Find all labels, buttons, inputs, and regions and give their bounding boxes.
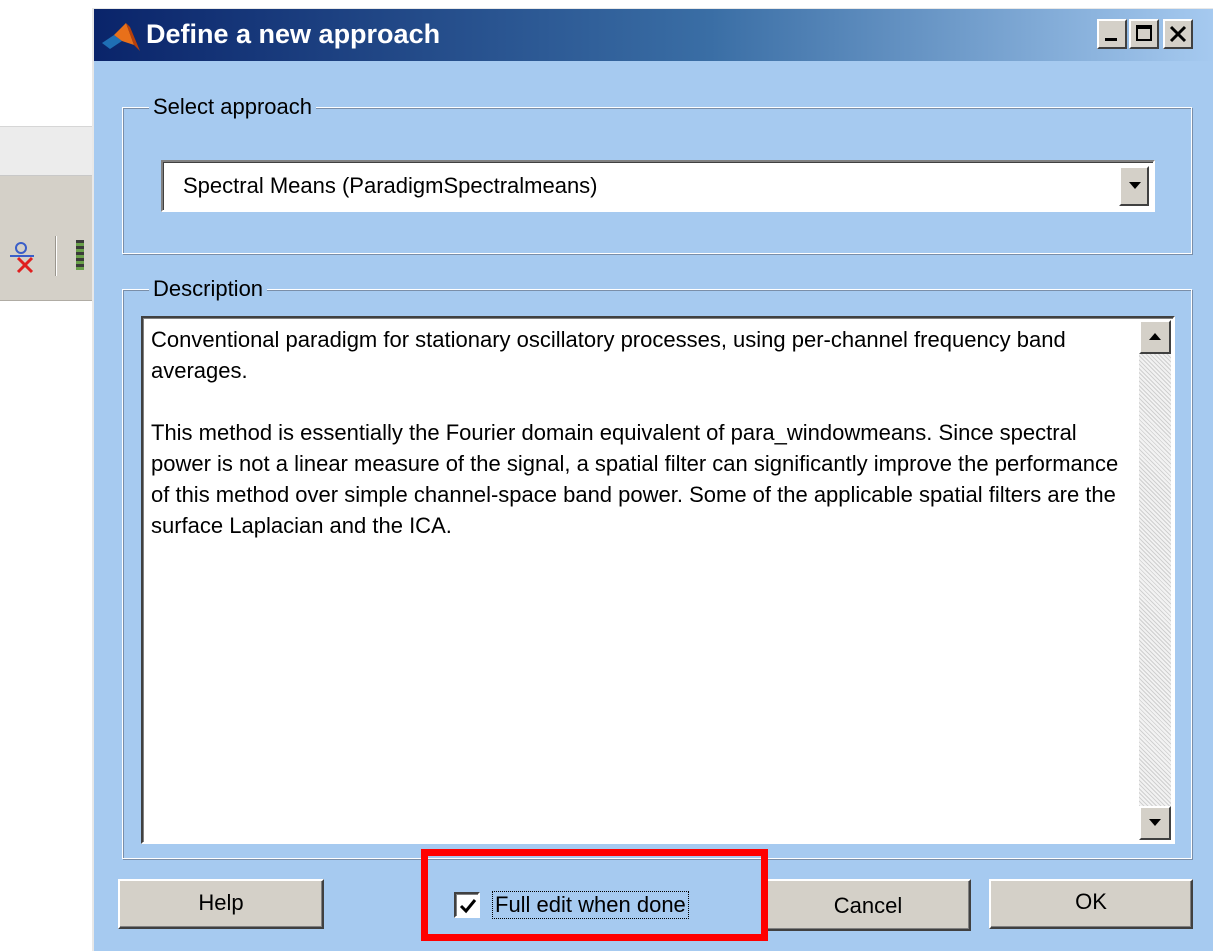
arrow-down-icon <box>1149 819 1161 826</box>
close-icon <box>1169 25 1187 43</box>
approach-dropdown-button[interactable] <box>1119 166 1149 206</box>
dialog-title: Define a new approach <box>146 19 441 49</box>
close-button[interactable] <box>1163 19 1193 49</box>
ok-button-label: OK <box>1075 889 1107 914</box>
define-approach-dialog: Define a new approach Select approach Sp… <box>92 8 1213 951</box>
approach-select[interactable]: Spectral Means (ParadigmSpectralmeans) <box>161 160 1155 212</box>
description-textarea[interactable]: Conventional paradigm for stationary osc… <box>141 316 1175 844</box>
chevron-down-icon <box>1129 182 1141 189</box>
description-text: Conventional paradigm for stationary osc… <box>151 324 1131 572</box>
background-app-titlebar <box>0 126 100 176</box>
scroll-down-button[interactable] <box>1139 806 1171 840</box>
full-edit-checkbox[interactable]: Full edit when done <box>454 886 724 926</box>
remove-node-icon[interactable] <box>8 238 40 274</box>
matlab-logo-icon <box>102 23 140 51</box>
maximize-button[interactable] <box>1129 19 1159 49</box>
description-group: Description Conventional paradigm for st… <box>122 276 1192 859</box>
arrow-up-icon <box>1149 333 1161 340</box>
toolbar-separator <box>55 236 57 276</box>
ok-button[interactable]: OK <box>989 879 1193 929</box>
minimize-icon <box>1105 38 1117 41</box>
select-approach-label: Select approach <box>149 94 316 120</box>
cancel-button[interactable]: Cancel <box>765 879 971 931</box>
scroll-up-button[interactable] <box>1139 320 1171 354</box>
description-label: Description <box>149 276 268 302</box>
approach-select-value: Spectral Means (ParadigmSpectralmeans) <box>183 173 598 198</box>
toolbar-grip-icon <box>76 240 84 270</box>
checkbox-box[interactable] <box>454 892 480 918</box>
description-paragraph-1: Conventional paradigm for stationary osc… <box>151 327 1066 383</box>
description-scrollbar[interactable] <box>1139 320 1171 840</box>
help-button-label: Help <box>198 890 244 915</box>
checkmark-icon <box>459 899 477 914</box>
background-app-toolbar <box>0 126 100 301</box>
description-paragraph-2: This method is essentially the Fourier d… <box>151 420 1119 538</box>
cancel-button-label: Cancel <box>833 893 903 918</box>
dialog-titlebar[interactable]: Define a new approach <box>94 9 1213 61</box>
help-button[interactable]: Help <box>118 879 324 929</box>
minimize-button[interactable] <box>1097 19 1127 49</box>
full-edit-label[interactable]: Full edit when done <box>492 891 689 919</box>
maximize-icon <box>1136 25 1152 41</box>
select-approach-group: Select approach Spectral Means (Paradigm… <box>122 94 1192 254</box>
